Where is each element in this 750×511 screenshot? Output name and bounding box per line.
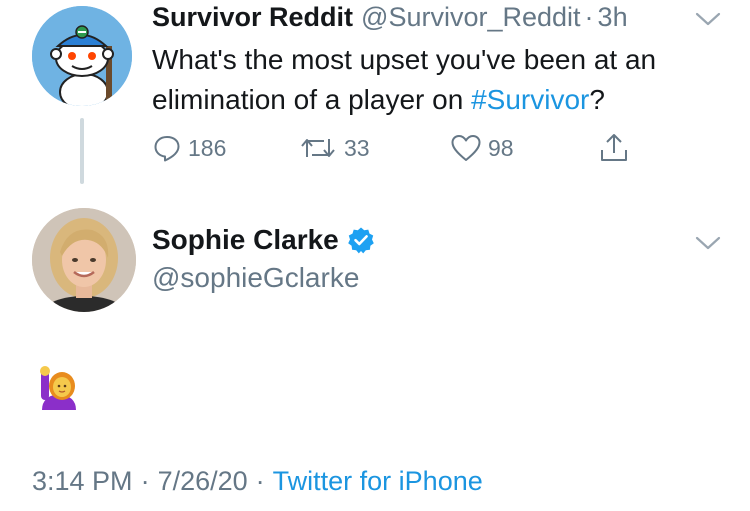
- tweet-text-end: ?: [589, 84, 605, 115]
- reply-handle[interactable]: @sophieGclarke: [152, 262, 359, 294]
- chevron-down-icon[interactable]: [694, 10, 722, 28]
- parent-tweet-text: What's the most upset you've been at an …: [152, 40, 732, 120]
- chevron-down-icon[interactable]: [694, 234, 722, 252]
- header-separator: ·: [584, 2, 594, 32]
- reply-display-name[interactable]: Sophie Clarke: [152, 224, 339, 256]
- hashtag-link[interactable]: #Survivor: [471, 84, 589, 115]
- reply-count: 186: [188, 134, 227, 161]
- share-button[interactable]: [598, 130, 630, 166]
- retweet-count: 33: [344, 134, 370, 161]
- retweet-icon: [301, 139, 335, 157]
- profile-photo-icon: [32, 208, 136, 312]
- parent-display-name[interactable]: Survivor Reddit: [152, 2, 353, 33]
- sophie-clarke-avatar[interactable]: [32, 208, 136, 312]
- survivor-reddit-avatar[interactable]: [32, 6, 132, 106]
- like-button[interactable]: 98: [450, 130, 514, 166]
- tweet-date: 7/26/20: [157, 466, 248, 496]
- parent-tweet-header: Survivor Reddit @Survivor_Reddit · 3h: [152, 2, 628, 38]
- parent-tweet[interactable]: Survivor Reddit @Survivor_Reddit · 3h Wh…: [0, 0, 750, 190]
- reddit-snoo-avatar-icon: [32, 6, 132, 106]
- tweet-time: 3:14 PM: [32, 466, 133, 496]
- meta-separator-2: ·: [255, 466, 265, 496]
- like-count: 98: [488, 134, 514, 161]
- retweet-button[interactable]: 33: [298, 130, 370, 166]
- meta-separator: ·: [140, 466, 150, 496]
- reply-icon: [154, 136, 180, 162]
- share-icon: [601, 134, 627, 161]
- reply-tweet[interactable]: Sophie Clarke @sophieGclarke 3:14 PM · 7…: [0, 196, 750, 511]
- tweet-metadata: 3:14 PM · 7/26/20 · Twitter for iPhone: [32, 466, 483, 497]
- thread-connector-line: [80, 118, 84, 184]
- reply-button[interactable]: 186: [152, 130, 226, 166]
- woman-raising-hand-emoji: [40, 366, 76, 410]
- tweet-source-link[interactable]: Twitter for iPhone: [273, 466, 483, 497]
- reply-name-row: Sophie Clarke: [152, 224, 375, 256]
- parent-handle[interactable]: @Survivor_Reddit: [361, 2, 581, 33]
- parent-timestamp[interactable]: 3h: [598, 2, 628, 33]
- verified-badge-icon: [347, 227, 374, 254]
- heart-icon: [451, 135, 481, 161]
- tweet-action-bar: 186 33 98: [152, 130, 652, 166]
